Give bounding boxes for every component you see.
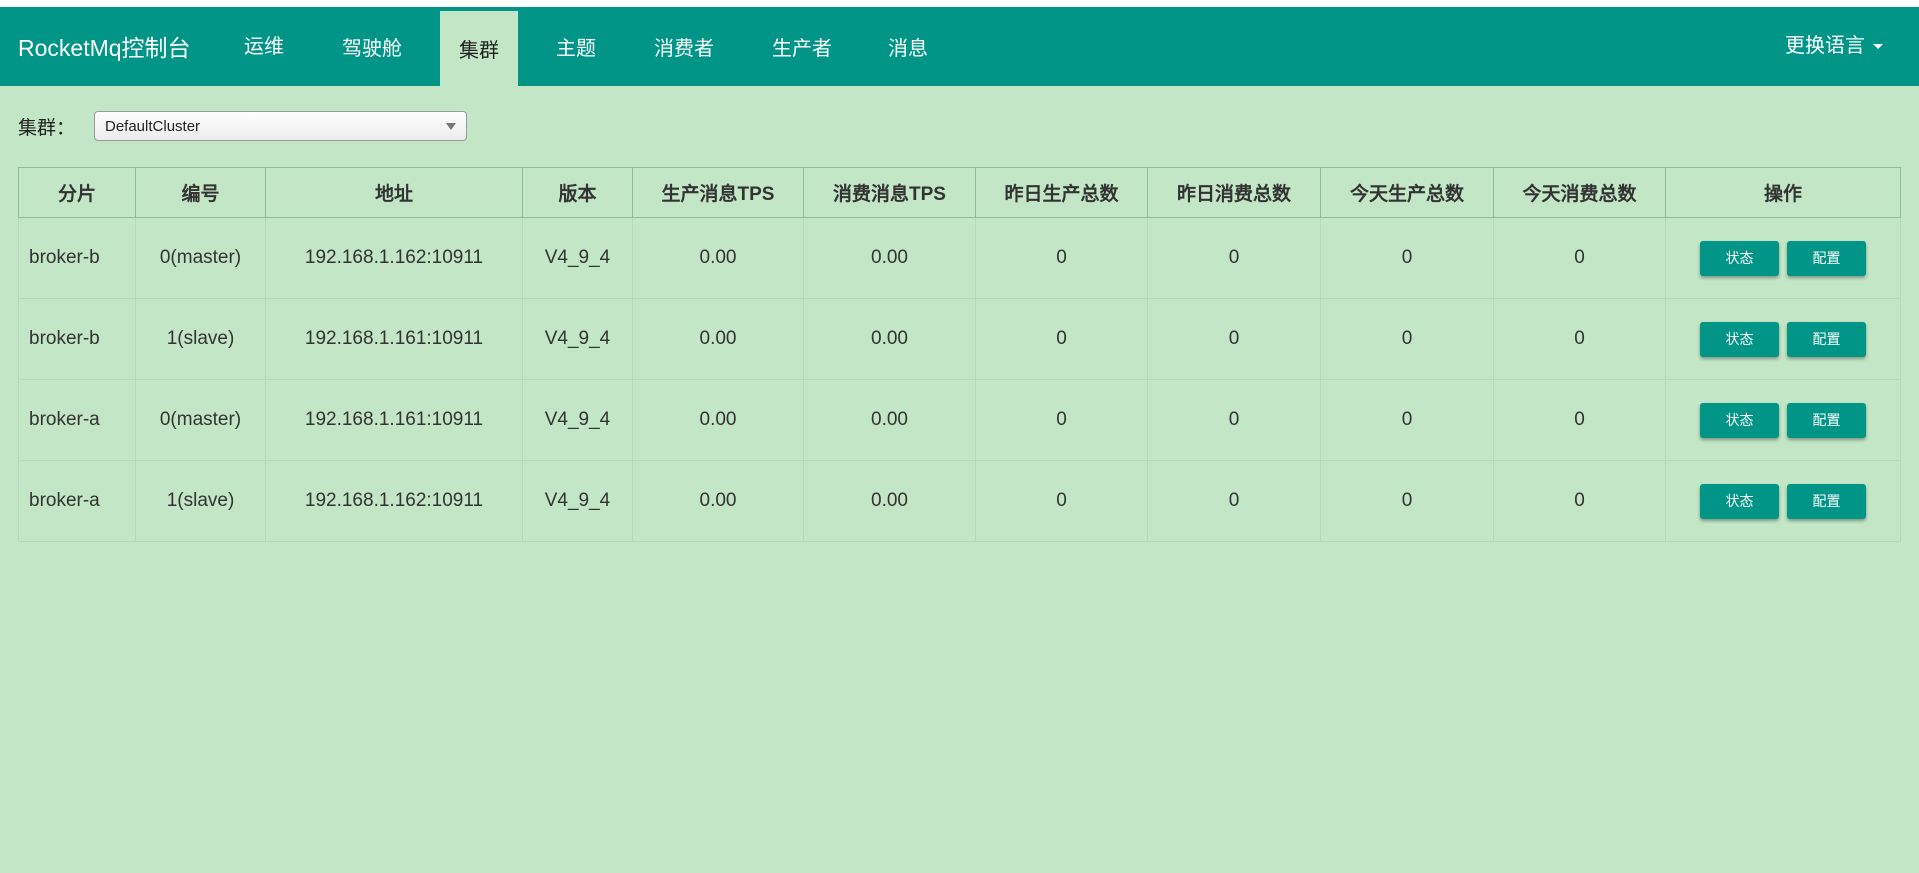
config-button[interactable]: 配置 [1787, 483, 1866, 519]
cell-address: 192.168.1.162:10911 [265, 217, 523, 299]
cell-actions: 状态 配置 [1665, 379, 1901, 461]
nav-item-consumer[interactable]: 消费者 [646, 7, 722, 86]
column-header-consume-tps: 消费消息TPS [803, 167, 976, 218]
column-header-today-produce: 今天生产总数 [1320, 167, 1494, 218]
nav-item-topic[interactable]: 主题 [548, 7, 604, 86]
cell-yesterday-consume: 0 [1147, 379, 1321, 461]
cell-today-produce: 0 [1320, 460, 1494, 542]
cell-yesterday-produce: 0 [975, 379, 1148, 461]
cell-yesterday-produce: 0 [975, 217, 1148, 299]
nav-item-dashboard[interactable]: 驾驶舱 [334, 7, 410, 86]
cell-today-consume: 0 [1493, 379, 1666, 461]
table-header-row: 分片 编号 地址 版本 生产消息TPS 消费消息TPS 昨日生产总数 昨日消费总… [18, 167, 1901, 218]
triangle-down-icon [446, 123, 456, 130]
column-header-address: 地址 [265, 167, 523, 218]
cell-consume-tps: 0.00 [803, 298, 976, 380]
cell-shard: broker-a [18, 460, 136, 542]
cell-version: V4_9_4 [522, 298, 633, 380]
status-button[interactable]: 状态 [1700, 402, 1779, 438]
cell-actions: 状态 配置 [1665, 217, 1901, 299]
status-button[interactable]: 状态 [1700, 321, 1779, 357]
cell-produce-tps: 0.00 [632, 298, 804, 380]
column-header-yesterday-consume: 昨日消费总数 [1147, 167, 1321, 218]
nav-item-cluster[interactable]: 集群 [440, 11, 518, 86]
cell-yesterday-consume: 0 [1147, 460, 1321, 542]
cluster-select[interactable]: DefaultCluster [94, 111, 467, 141]
cell-today-consume: 0 [1493, 217, 1666, 299]
cell-version: V4_9_4 [522, 379, 633, 461]
cell-id: 1(slave) [135, 298, 266, 380]
status-button[interactable]: 状态 [1700, 483, 1779, 519]
cell-consume-tps: 0.00 [803, 217, 976, 299]
cell-today-consume: 0 [1493, 298, 1666, 380]
cell-id: 0(master) [135, 379, 266, 461]
cell-address: 192.168.1.162:10911 [265, 460, 523, 542]
cell-version: V4_9_4 [522, 217, 633, 299]
table-row: broker-b 1(slave) 192.168.1.161:10911 V4… [18, 298, 1901, 380]
column-header-shard: 分片 [18, 167, 136, 218]
config-button[interactable]: 配置 [1787, 240, 1866, 276]
column-header-yesterday-produce: 昨日生产总数 [975, 167, 1148, 218]
cell-version: V4_9_4 [522, 460, 633, 542]
config-button[interactable]: 配置 [1787, 402, 1866, 438]
cell-consume-tps: 0.00 [803, 460, 976, 542]
column-header-actions: 操作 [1665, 167, 1901, 218]
nav-item-ops[interactable]: 运维 [236, 7, 292, 82]
nav-item-producer[interactable]: 生产者 [764, 7, 840, 86]
cell-produce-tps: 0.00 [632, 379, 804, 461]
cell-id: 0(master) [135, 217, 266, 299]
cluster-filter-label: 集群： [18, 118, 76, 139]
cluster-select-value: DefaultCluster [105, 118, 201, 135]
language-label: 更换语言 [1785, 35, 1865, 57]
cell-shard: broker-b [18, 217, 136, 299]
cell-shard: broker-b [18, 298, 136, 380]
cell-yesterday-produce: 0 [975, 460, 1148, 542]
cell-consume-tps: 0.00 [803, 379, 976, 461]
column-header-version: 版本 [522, 167, 633, 218]
navbar: RocketMq控制台 运维 驾驶舱 集群 主题 消费者 生产者 消息 更换语言 [0, 7, 1919, 86]
cell-yesterday-consume: 0 [1147, 217, 1321, 299]
table-row: broker-b 0(master) 192.168.1.162:10911 V… [18, 217, 1901, 299]
cell-today-produce: 0 [1320, 298, 1494, 380]
cell-yesterday-consume: 0 [1147, 298, 1321, 380]
cell-today-produce: 0 [1320, 217, 1494, 299]
column-header-id: 编号 [135, 167, 266, 218]
column-header-today-consume: 今天消费总数 [1493, 167, 1666, 218]
language-dropdown[interactable]: 更换语言 [1785, 29, 1883, 58]
cell-yesterday-produce: 0 [975, 298, 1148, 380]
cell-actions: 状态 配置 [1665, 460, 1901, 542]
top-strip [0, 0, 1919, 7]
cell-produce-tps: 0.00 [632, 460, 804, 542]
table-row: broker-a 1(slave) 192.168.1.162:10911 V4… [18, 460, 1901, 542]
broker-table: 分片 编号 地址 版本 生产消息TPS 消费消息TPS 昨日生产总数 昨日消费总… [18, 167, 1901, 542]
cell-address: 192.168.1.161:10911 [265, 379, 523, 461]
cell-today-consume: 0 [1493, 460, 1666, 542]
column-header-produce-tps: 生产消息TPS [632, 167, 804, 218]
nav-item-message[interactable]: 消息 [880, 7, 936, 86]
cell-produce-tps: 0.00 [632, 217, 804, 299]
table-row: broker-a 0(master) 192.168.1.161:10911 V… [18, 379, 1901, 461]
cell-today-produce: 0 [1320, 379, 1494, 461]
cell-id: 1(slave) [135, 460, 266, 542]
brand-logo[interactable]: RocketMq控制台 [18, 29, 191, 63]
config-button[interactable]: 配置 [1787, 321, 1866, 357]
caret-down-icon [1873, 44, 1883, 50]
cell-shard: broker-a [18, 379, 136, 461]
cell-actions: 状态 配置 [1665, 298, 1901, 380]
cell-address: 192.168.1.161:10911 [265, 298, 523, 380]
status-button[interactable]: 状态 [1700, 240, 1779, 276]
